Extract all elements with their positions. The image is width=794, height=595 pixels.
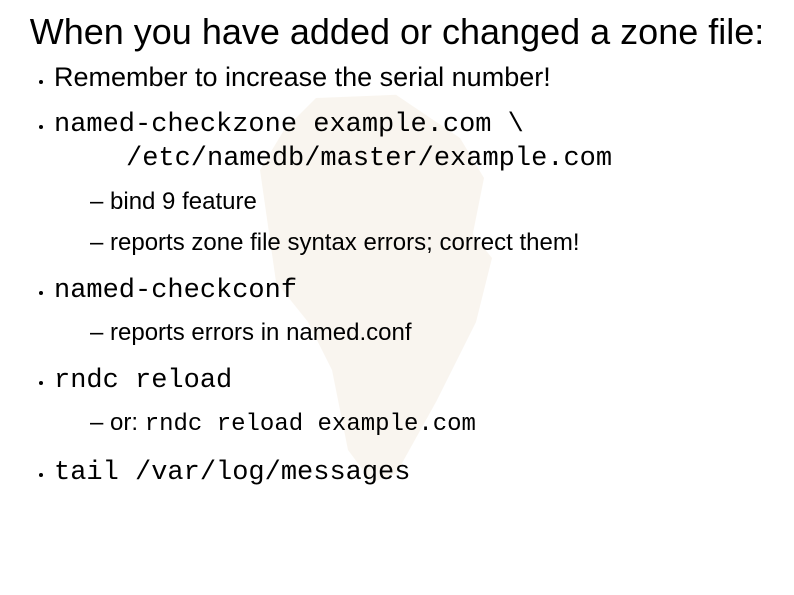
bullet-text: Remember to increase the serial number! [54, 62, 551, 92]
sub-bullet-text: reports zone file syntax errors; correct… [110, 229, 580, 256]
bullet-named-checkzone: named-checkzone example.com \ /etc/named… [54, 105, 776, 261]
sub-bullet-list: reports errors in named.conf [90, 316, 776, 351]
command-text: rndc reload [54, 366, 232, 396]
bullet-rndc-reload: rndc reload or: rndc reload example.com [54, 361, 776, 443]
bullet-remember-serial: Remember to increase the serial number! [54, 60, 776, 95]
sub-bullet-list: bind 9 feature reports zone file syntax … [90, 185, 776, 261]
command-text-cont: /etc/namedb/master/example.com [54, 142, 776, 177]
command-text: named-checkconf [54, 276, 297, 306]
sub-bullet-rndc-or: or: rndc reload example.com [90, 406, 776, 443]
bullet-tail-log: tail /var/log/messages [54, 453, 776, 491]
slide-title: When you have added or changed a zone fi… [18, 12, 776, 52]
bullet-list: Remember to increase the serial number! … [26, 60, 776, 490]
sub-bullet-syntax-errors: reports zone file syntax errors; correct… [90, 226, 776, 261]
slide-content: When you have added or changed a zone fi… [0, 0, 794, 491]
bullet-named-checkconf: named-checkconf reports errors in named.… [54, 271, 776, 351]
sub-bullet-list: or: rndc reload example.com [90, 406, 776, 443]
sub-bullet-text: bind 9 feature [110, 188, 257, 215]
sub-bullet-prefix: or: [110, 409, 145, 436]
sub-bullet-text: reports errors in named.conf [110, 319, 411, 346]
command-text: tail /var/log/messages [54, 458, 410, 488]
sub-bullet-command: rndc reload example.com [145, 411, 476, 438]
command-text: named-checkzone example.com \ [54, 110, 524, 140]
sub-bullet-namedconf-errors: reports errors in named.conf [90, 316, 776, 351]
sub-bullet-bind9: bind 9 feature [90, 185, 776, 220]
